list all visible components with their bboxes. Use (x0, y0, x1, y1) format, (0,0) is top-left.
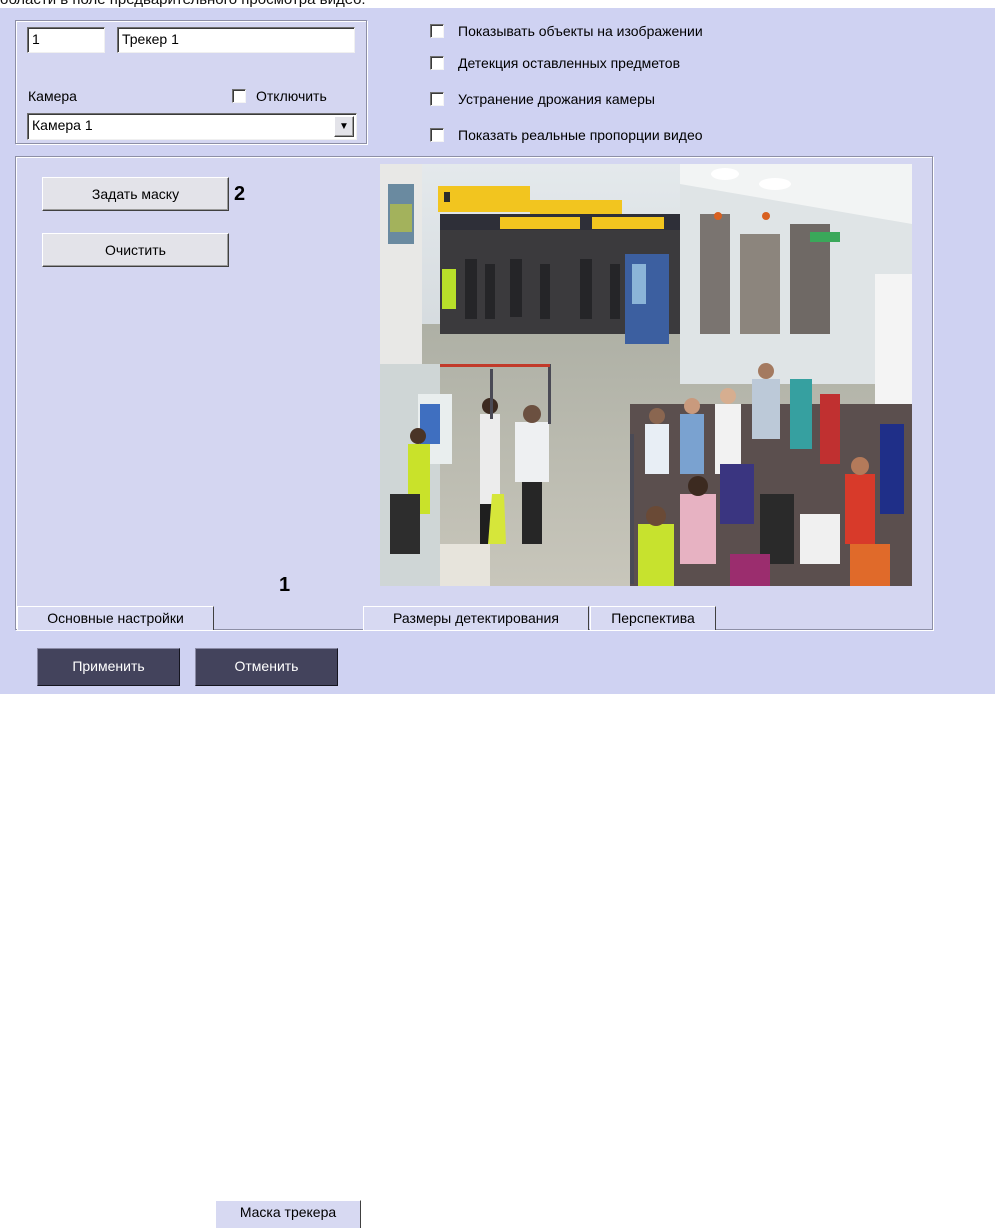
annotation-1: 1 (279, 574, 291, 596)
chevron-down-icon[interactable]: ▼ (334, 116, 354, 137)
option-real-proportions-checkbox[interactable] (430, 128, 444, 142)
option-stabilization-checkbox[interactable] (430, 92, 444, 106)
camera-select-value: Камера 1 (32, 117, 93, 133)
tracker-id-field[interactable]: 1 (27, 27, 105, 53)
disable-label: Отключить (256, 88, 327, 104)
tab-main-settings[interactable]: Основные настройки (17, 606, 214, 630)
option-stabilization-label: Устранение дрожания камеры (458, 91, 655, 107)
camera-select[interactable]: Камера 1 ▼ (27, 113, 357, 140)
camera-label: Камера (28, 88, 77, 104)
clear-button[interactable]: Очистить (42, 233, 229, 267)
tab-tracker-mask[interactable]: Маска трекера (215, 1200, 361, 1228)
option-show-objects-label: Показывать объекты на изображении (458, 23, 703, 39)
option-left-objects-checkbox[interactable] (430, 56, 444, 70)
option-real-proportions-label: Показать реальные пропорции видео (458, 127, 703, 143)
tab-panel: Задать маску 2 Очистить 1 (15, 156, 933, 630)
annotation-2: 2 (234, 183, 246, 205)
tab-detection-sizes[interactable]: Размеры детектирования (363, 606, 589, 630)
video-preview[interactable] (380, 164, 912, 586)
tracker-camera-group: 1 Трекер 1 Камера Отключить Камера 1 ▼ (15, 20, 367, 144)
option-show-objects-checkbox[interactable] (430, 24, 444, 38)
airport-camera-image (380, 164, 912, 586)
tracker-name-field[interactable]: Трекер 1 (117, 27, 355, 53)
set-mask-button[interactable]: Задать маску (42, 177, 229, 211)
tab-perspective[interactable]: Перспектива (590, 606, 716, 630)
tracker-settings-dialog: 1 Трекер 1 Камера Отключить Камера 1 ▼ П… (0, 8, 995, 1228)
cancel-button[interactable]: Отменить (195, 648, 338, 686)
disable-checkbox[interactable] (232, 89, 246, 103)
tab-bar: Основные настройки Маска трекера Размеры… (17, 606, 917, 1228)
option-left-objects-label: Детекция оставленных предметов (458, 55, 681, 71)
apply-button[interactable]: Применить (37, 648, 180, 686)
